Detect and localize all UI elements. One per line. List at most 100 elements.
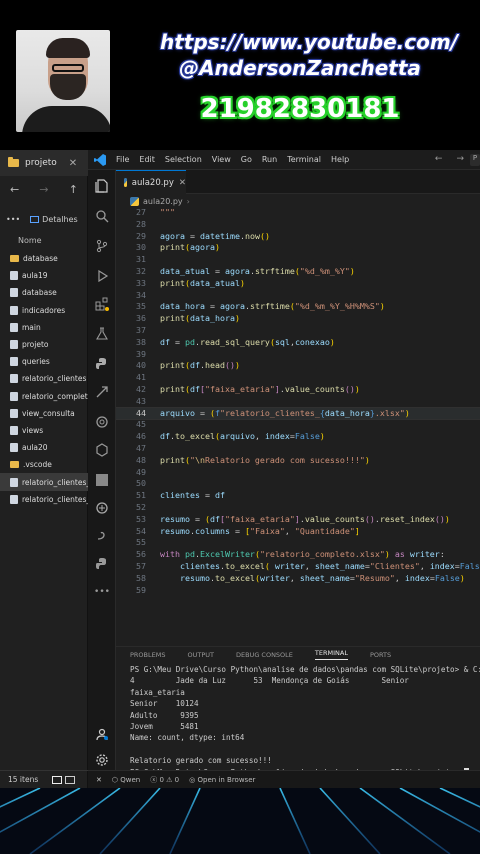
tiles-view-icon[interactable] [65,775,76,784]
list-item[interactable]: aula19 [0,267,88,284]
code-line[interactable]: 55 [116,537,480,549]
tab-ports[interactable]: PORTS [370,651,391,659]
code-editor[interactable]: 27 """ 28 29 agora = datetime.now() 30 print(a… [116,206,480,646]
python-env-icon[interactable] [94,556,110,572]
details-button[interactable]: Detalhes [30,215,78,224]
code-line[interactable]: 36 print(data_hora) [116,313,480,325]
remote-icon[interactable]: ✕ [96,776,102,784]
menu-item-run[interactable]: Run [262,155,277,164]
chatgpt-icon[interactable] [94,500,110,516]
swirl-icon[interactable] [94,528,110,544]
code-line[interactable]: 57 clientes.to_excel( writer, sheet_name… [116,561,480,573]
list-item[interactable]: database [0,284,88,301]
details-view-icon[interactable] [52,775,63,784]
menu-item-view[interactable]: View [212,155,231,164]
gear-icon[interactable] [94,752,110,768]
code-line[interactable]: 50 [116,478,480,490]
code-line[interactable]: 29 agora = datetime.now() [116,231,480,243]
list-item[interactable]: .vscode [0,456,88,473]
tool-square-icon[interactable] [94,472,110,488]
python-icon[interactable] [94,356,110,372]
menu-item-go[interactable]: Go [241,155,252,164]
code-line[interactable]: 47 [116,443,480,455]
code-line[interactable]: 38 df = pd.read_sql_query(sql,conexao) [116,337,480,349]
close-icon[interactable]: ✕ [179,178,186,188]
code-line[interactable]: 43 [116,396,480,408]
terminal[interactable]: PS G:\Meu Drive\Curso Python\analise de … [116,664,480,770]
explorer-tab[interactable]: projeto ✕ [0,150,88,176]
search-icon[interactable] [94,208,110,224]
more-icon[interactable]: ••• [94,584,110,600]
tab-aula20[interactable]: aula20.py ✕ [116,170,186,194]
code-line[interactable]: 58 resumo.to_excel(writer, sheet_name="R… [116,573,480,585]
list-item[interactable]: views [0,422,88,439]
command-center[interactable]: P [470,154,480,166]
code-line[interactable]: 42 print(df["faixa_etaria"].value_counts(… [116,384,480,396]
tab-terminal[interactable]: TERMINAL [314,649,348,660]
code-line[interactable]: 30 print(agora) [116,242,480,254]
list-item[interactable]: indicadores [0,302,88,319]
menu-item-terminal[interactable]: Terminal [287,155,321,164]
more-icon[interactable]: ••• [6,215,20,224]
tab-output[interactable]: OUTPUT [187,651,214,659]
back-arrow-icon[interactable]: ← [435,154,443,164]
code-line[interactable]: 45 [116,419,480,431]
code-line[interactable]: 49 [116,467,480,479]
up-arrow-icon[interactable]: ↑ [69,183,78,196]
code-line[interactable]: 52 [116,502,480,514]
code-line[interactable]: 54 resumo.columns = ["Faixa", "Quantidade… [116,526,480,538]
list-item[interactable]: relatorio_completo [0,388,88,405]
code-line[interactable]: 53 resumo = (df["faixa_etaria"].value_cou… [116,514,480,526]
remote-explorer-icon[interactable] [94,384,110,400]
qwen-status[interactable]: ⬡ Qwen [112,776,140,784]
problems-status[interactable]: ⓧ 0 ⚠ 0 [150,775,179,785]
list-item[interactable]: database [0,250,88,267]
code-line[interactable]: 56 with pd.ExcelWriter("relatorio_complet… [116,549,480,561]
column-header-name[interactable]: Nome [18,236,42,245]
forward-arrow-icon[interactable]: → [39,183,48,196]
code-line[interactable]: 59 [116,585,480,597]
code-line[interactable]: 51 clientes = df [116,490,480,502]
back-arrow-icon[interactable]: ← [10,183,19,196]
list-item[interactable]: aula20 [0,439,88,456]
tab-problems[interactable]: PROBLEMS [130,651,165,659]
code-line[interactable]: 41 [116,372,480,384]
code-line[interactable]: 31 [116,254,480,266]
code-line[interactable]: 46 df.to_excel(arquivo, index=False) [116,431,480,443]
code-line[interactable]: 32 data_atual = agora.strftime("%d_%m_%Y"… [116,266,480,278]
openai-icon[interactable] [94,414,110,430]
menu-item-edit[interactable]: Edit [139,155,155,164]
files-icon[interactable] [94,178,110,194]
list-item[interactable]: projeto [0,336,88,353]
source-control-icon[interactable] [94,238,110,254]
list-item[interactable]: main [0,319,88,336]
list-item[interactable]: queries [0,353,88,370]
menu-item-file[interactable]: File [116,155,129,164]
extensions-icon[interactable] [94,296,110,312]
code-line[interactable]: 27 """ [116,207,480,219]
menu-item-selection[interactable]: Selection [165,155,202,164]
close-icon[interactable]: ✕ [69,158,77,169]
forward-arrow-icon[interactable]: → [456,154,464,164]
breadcrumb-file[interactable]: aula20.py [143,197,183,206]
list-item[interactable]: relatorio_clientes_18 [0,491,88,508]
list-item[interactable]: relatorio_clientes [0,370,88,387]
testing-icon[interactable] [94,326,110,342]
code-line[interactable]: 34 [116,290,480,302]
list-item[interactable]: view_consulta [0,405,88,422]
menu-item-help[interactable]: Help [331,155,349,164]
code-line[interactable]: 28 [116,219,480,231]
code-line[interactable]: 44 arquivo = (f"relatorio_clientes_{data_… [116,406,480,421]
code-line[interactable]: 40 print(df.head()) [116,360,480,372]
open-browser-status[interactable]: ◎ Open in Browser [189,776,255,784]
list-item[interactable]: relatorio_clientes_18 [0,473,88,491]
account-icon[interactable] [94,726,110,742]
run-debug-icon[interactable] [94,268,110,284]
tab-debug-console[interactable]: DEBUG CONSOLE [236,651,293,659]
code-line[interactable]: 35 data_hora = agora.strftime("%d_%m_%Y_%… [116,301,480,313]
code-line[interactable]: 33 print(data_atual) [116,278,480,290]
code-line[interactable]: 37 [116,325,480,337]
code-line[interactable]: 48 print("\nRelatorio gerado com sucesso!… [116,455,480,467]
qwen-icon[interactable] [94,442,110,458]
code-line[interactable]: 39 [116,349,480,361]
